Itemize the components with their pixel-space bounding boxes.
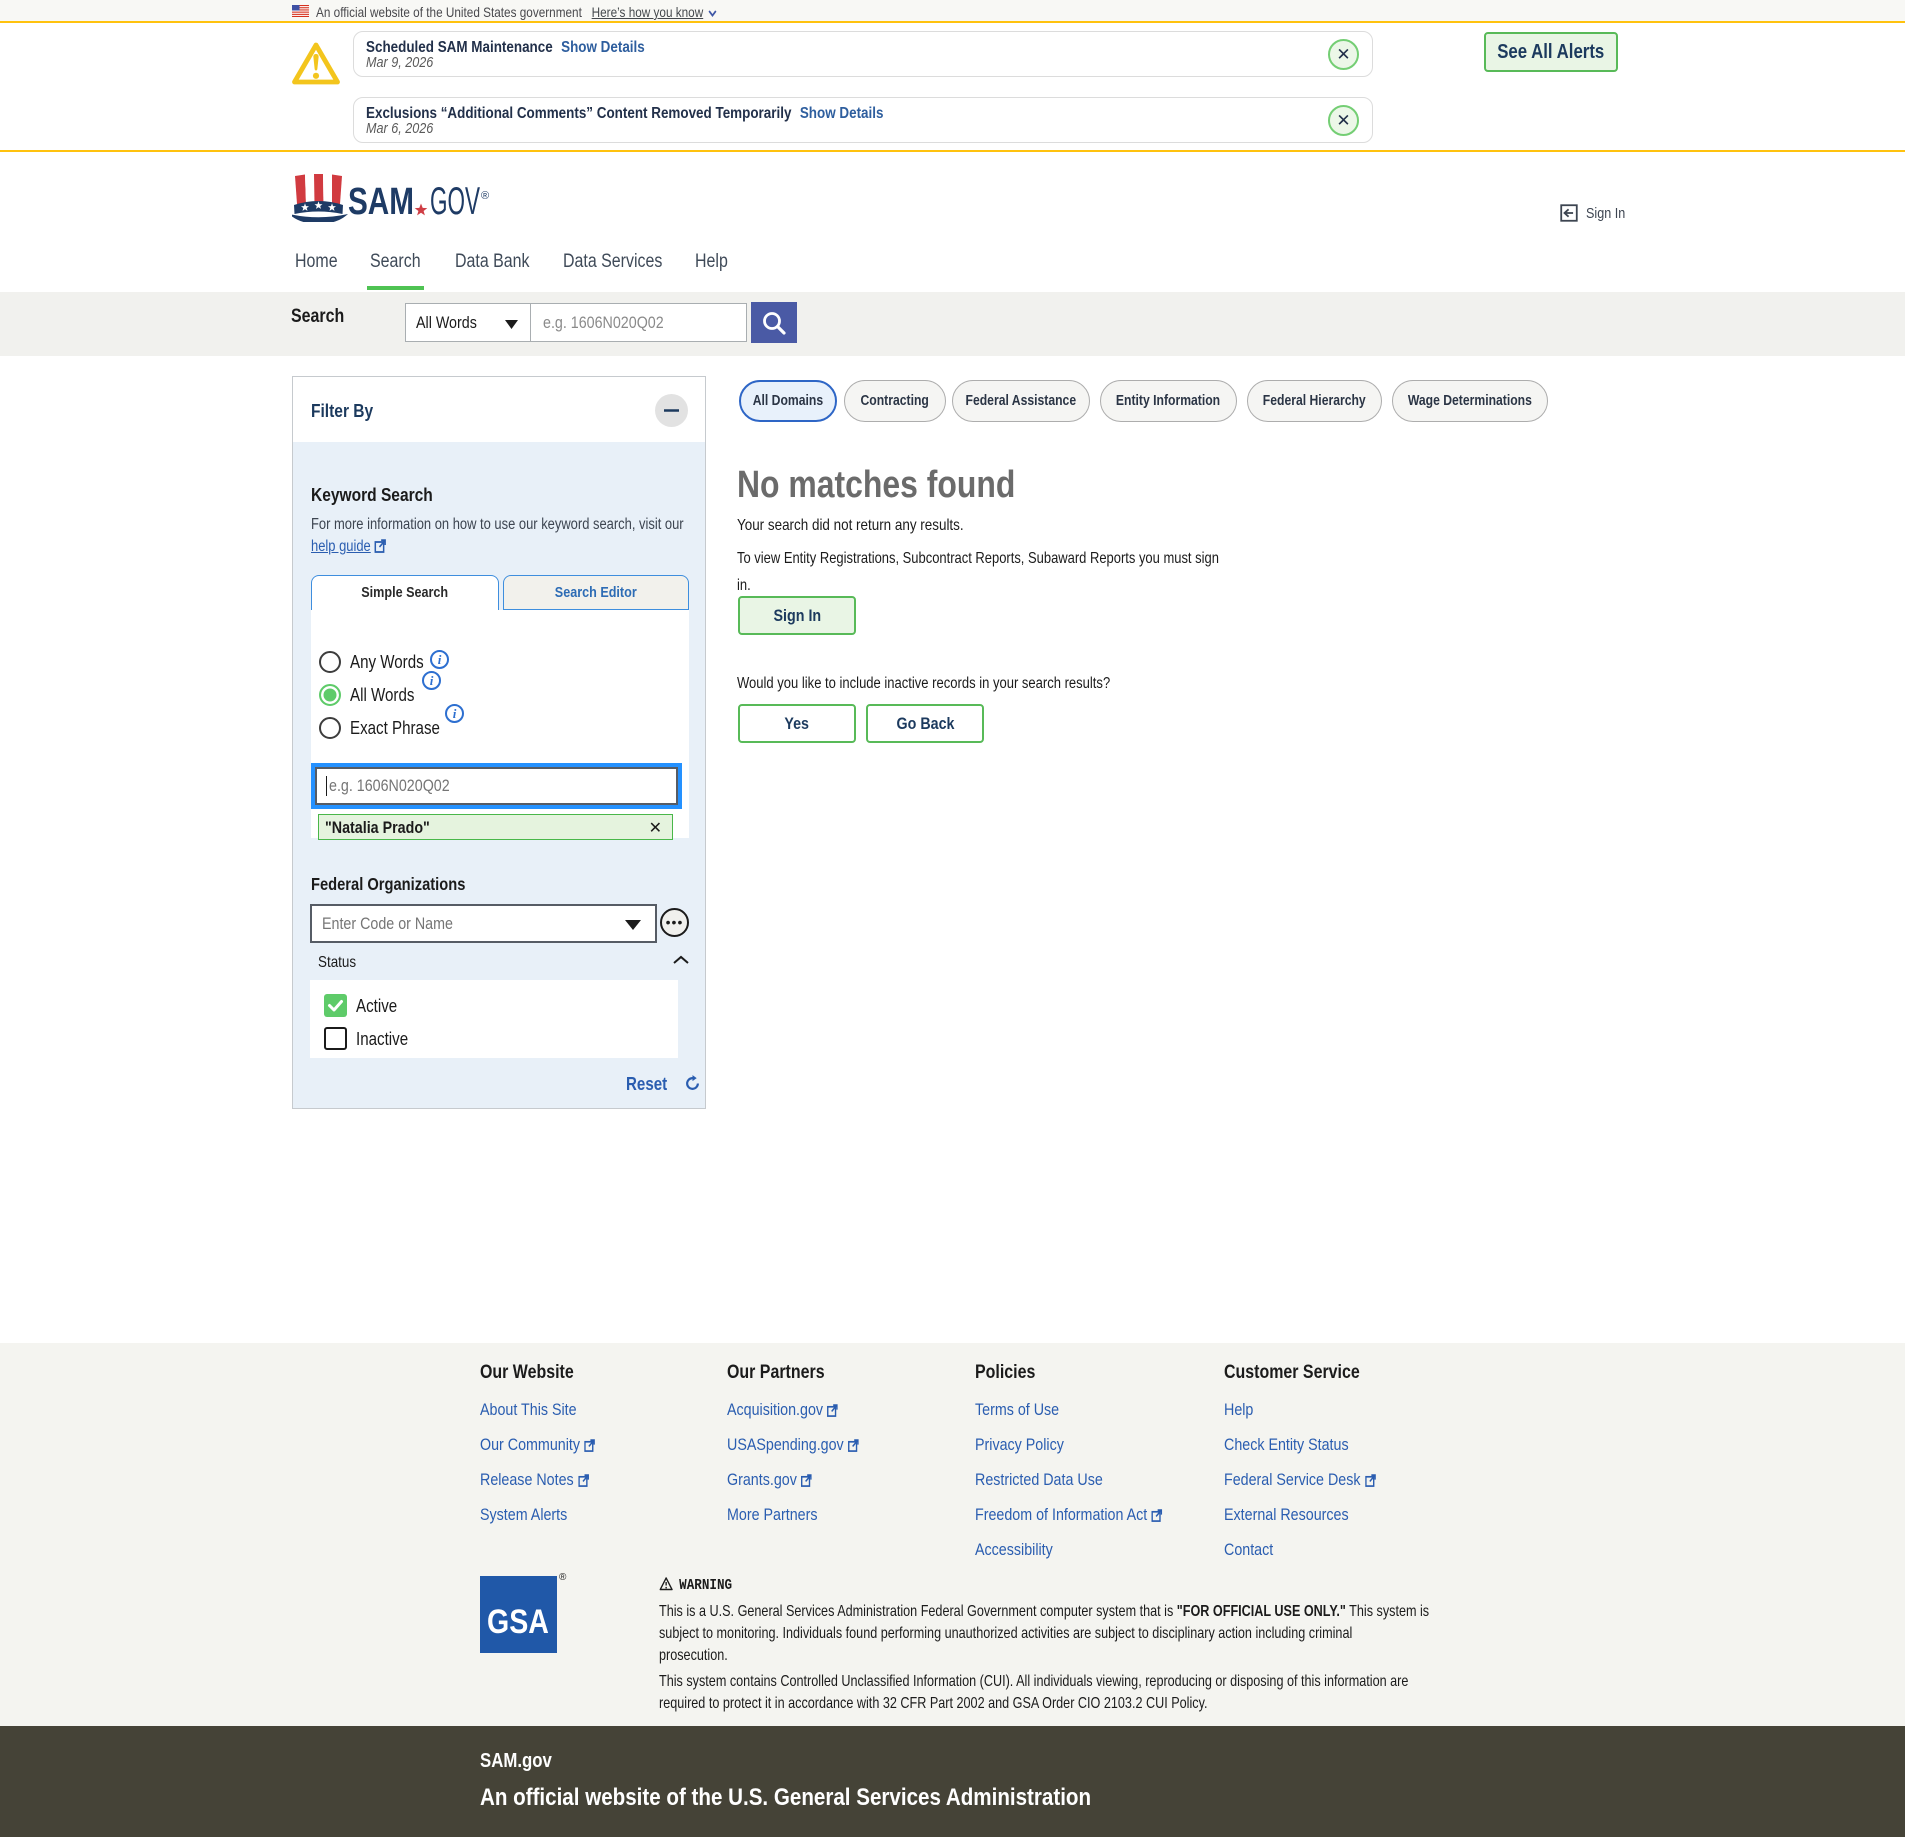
svg-text:®: ® bbox=[481, 190, 489, 202]
svg-text:SAM: SAM bbox=[348, 181, 414, 222]
svg-text:GOV: GOV bbox=[430, 180, 480, 222]
